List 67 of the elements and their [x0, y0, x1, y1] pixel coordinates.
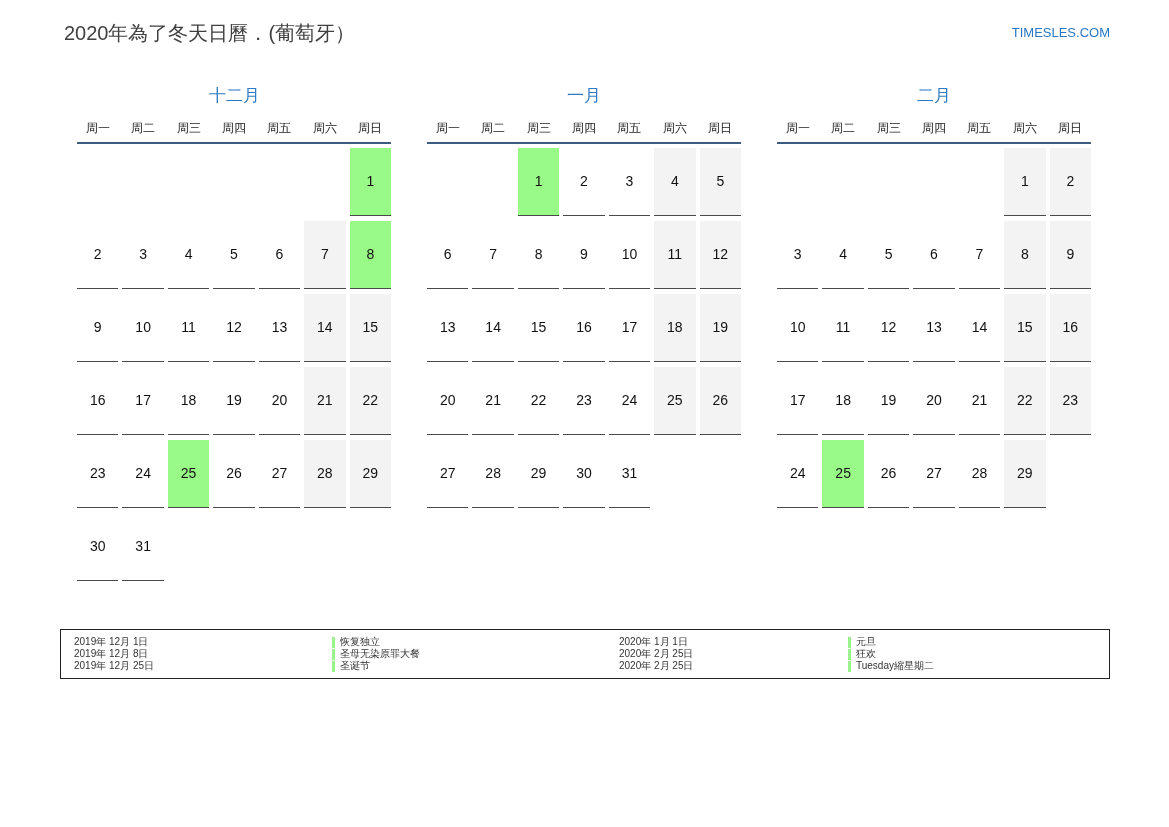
holiday-date: 2020年 2月 25日: [619, 660, 695, 672]
holiday-name: 狂欢: [856, 648, 876, 660]
day-cell: 25: [654, 367, 696, 435]
page-title: 2020年為了冬天日曆．(葡萄牙）: [64, 21, 356, 45]
weekday-label: 周五: [617, 120, 642, 137]
month-title: 二月: [917, 85, 951, 107]
day-cell: 15: [349, 294, 391, 362]
weekday-label: 周三: [876, 120, 901, 137]
holiday-name: Tuesday縮星期二: [856, 660, 934, 672]
weekday-label: 周六: [312, 120, 337, 137]
holiday-date: 2019年 12月 25日: [74, 660, 156, 672]
month-title: 十二月: [208, 85, 260, 107]
weekday-label: 周四: [922, 120, 946, 137]
day-cell: 7: [304, 221, 346, 289]
weekday-label: 周四: [222, 120, 246, 137]
day-cell: 29: [1004, 440, 1046, 508]
day-cell: 1: [1004, 148, 1046, 216]
weekday-label: 周一: [85, 120, 110, 137]
day-cell: 4: [654, 148, 696, 216]
day-cell: 1: [349, 148, 391, 216]
site-logo[interactable]: TIMESLES.COM: [1011, 21, 1110, 45]
day-cell: 9: [1049, 221, 1091, 289]
day-cell: 26: [699, 367, 741, 435]
day-cell: 15: [1004, 294, 1046, 362]
holiday-date: 2020年 1月 1日: [619, 636, 689, 648]
weekday-label: 周日: [1058, 120, 1083, 137]
holiday-date: 2020年 2月 25日: [619, 648, 695, 660]
day-cell: 23: [1049, 367, 1091, 435]
day-cell: 12: [699, 221, 741, 289]
day-cell: 8: [1004, 221, 1046, 289]
holiday-name: 圣母无染原罪大餐: [340, 648, 420, 660]
weekday-label: 周二: [481, 120, 506, 137]
weekday-label: 周一: [785, 120, 810, 137]
month-title: 一月: [567, 85, 601, 107]
day-cell: 22: [349, 367, 391, 435]
day-cell: 1: [517, 148, 560, 216]
day-cell: 29: [349, 440, 391, 508]
weekday-label: 周六: [1012, 120, 1037, 137]
day-cell: 25: [167, 440, 210, 508]
day-cell: 19: [699, 294, 741, 362]
day-cell: 21: [304, 367, 346, 435]
weekday-label: 周日: [358, 120, 383, 137]
weekday-label: 周日: [708, 120, 733, 137]
day-cell: 22: [1004, 367, 1046, 435]
holiday-date: 2019年 12月 8日: [74, 648, 150, 660]
day-cell: 5: [699, 148, 741, 216]
holiday-name: 圣诞节: [340, 660, 370, 672]
weekday-label: 周六: [662, 120, 687, 137]
holiday-date: 2019年 12月 1日: [74, 636, 150, 648]
weekday-label: 周五: [267, 120, 292, 137]
day-cell: 25: [822, 440, 864, 508]
holiday-name: 元旦: [856, 636, 876, 648]
day-cell: 18: [654, 294, 696, 362]
weekday-label: 周五: [967, 120, 992, 137]
weekday-label: 周一: [435, 120, 460, 137]
day-cell: 11: [654, 221, 696, 289]
day-cell: 16: [1049, 294, 1091, 362]
holiday-name: 恢复独立: [340, 636, 380, 648]
weekday-label: 周四: [572, 120, 596, 137]
day-cell: 8: [349, 221, 391, 289]
day-cell: 14: [304, 294, 346, 362]
weekday-label: 周二: [131, 120, 156, 137]
weekday-label: 周二: [831, 120, 856, 137]
day-cell: 2: [1049, 148, 1091, 216]
weekday-label: 周三: [176, 120, 201, 137]
day-cell: 28: [304, 440, 346, 508]
weekday-label: 周三: [526, 120, 551, 137]
